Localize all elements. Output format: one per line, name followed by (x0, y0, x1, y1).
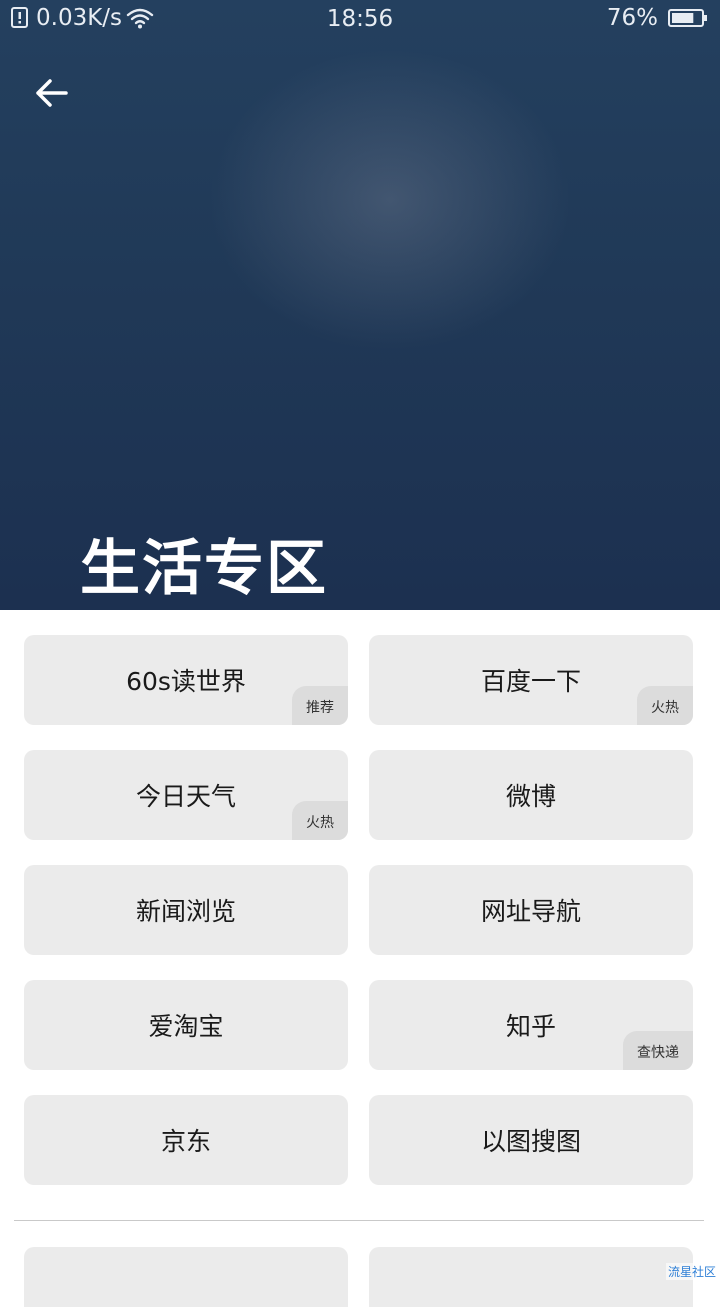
tile-label: 60s读世界 (126, 667, 246, 696)
battery-percent: 76% (606, 5, 658, 31)
tile-label: 微博 (505, 782, 556, 811)
battery-icon (668, 8, 708, 28)
section-divider (14, 1220, 704, 1221)
status-bar: 0.03K/s 18:56 76% (0, 0, 720, 38)
tile-zhihu[interactable]: 知乎 查快递 (369, 980, 693, 1070)
tile-label: 今日天气 (135, 782, 236, 811)
back-button[interactable] (26, 68, 76, 118)
tile-label: 新闻浏览 (135, 897, 236, 926)
tile-60s-read-world[interactable]: 60s读世界 推荐 (24, 635, 348, 725)
tile-jd[interactable]: 京东 (24, 1095, 348, 1185)
tile-badge: 火热 (292, 801, 348, 840)
tile-label: 以图搜图 (480, 1127, 581, 1156)
tile-label: 爱淘宝 (148, 1012, 224, 1041)
tile-badge: 火热 (637, 686, 693, 725)
tile-image-search[interactable]: 以图搜图 (369, 1095, 693, 1185)
tile-badge: 查快递 (623, 1031, 693, 1070)
tile-weather[interactable]: 今日天气 火热 (24, 750, 348, 840)
arrow-left-icon (33, 77, 69, 109)
tile-label: 网址导航 (480, 897, 581, 926)
tile-label: 知乎 (505, 1012, 556, 1041)
tile-weibo[interactable]: 微博 (369, 750, 693, 840)
tile-taobao[interactable]: 爱淘宝 (24, 980, 348, 1070)
next-section-row (24, 1247, 693, 1307)
page-title: 生活专区 (80, 534, 328, 604)
tile-label: 京东 (160, 1127, 211, 1156)
tile-label: 百度一下 (480, 667, 581, 696)
header-banner: 0.03K/s 18:56 76% 生活专区 (0, 0, 720, 610)
tile-url-nav[interactable]: 网址导航 (369, 865, 693, 955)
tile-baidu[interactable]: 百度一下 火热 (369, 635, 693, 725)
watermark: 流星社区 (665, 1263, 718, 1280)
tile-partial[interactable] (369, 1247, 693, 1307)
status-right: 76% (607, 5, 708, 31)
tile-news[interactable]: 新闻浏览 (24, 865, 348, 955)
tile-badge: 推荐 (292, 686, 348, 725)
tile-partial[interactable] (24, 1247, 348, 1307)
feature-grid: 60s读世界 推荐 百度一下 火热 今日天气 火热 微博 新闻浏览 网址导航 爱… (24, 635, 693, 1185)
